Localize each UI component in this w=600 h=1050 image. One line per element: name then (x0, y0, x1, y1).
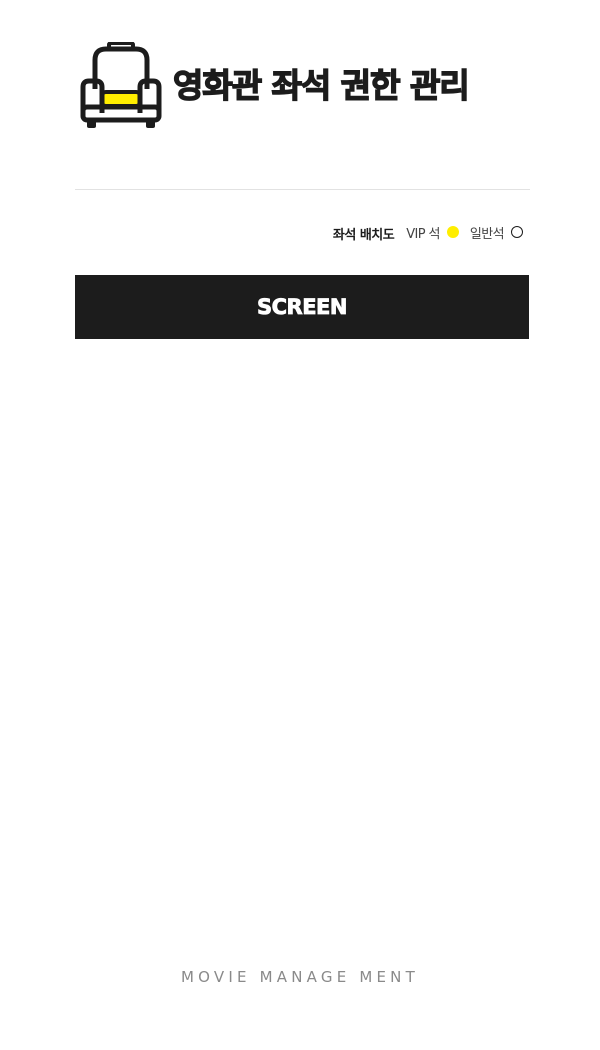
screen-label: SCREEN (257, 295, 348, 320)
app-header: 영화관 좌석 권한 관리 (75, 40, 530, 140)
legend-normal-label: 일반석 (469, 226, 505, 242)
seat-map (75, 339, 529, 939)
seat-legend: 좌석 배치도 VIP 석 일반석 (333, 221, 523, 243)
page-title: 영화관 좌석 권한 관리 (172, 65, 470, 105)
legend-title: 좌석 배치도 (332, 228, 395, 243)
screen-banner: SCREEN (75, 275, 529, 339)
armchair-icon (80, 42, 162, 128)
vip-seat-dot-icon (446, 226, 459, 238)
header-divider (75, 189, 530, 190)
seat-cushion-accent (100, 90, 142, 108)
normal-seat-dot-icon (511, 226, 523, 238)
legend-vip-label: VIP 석 (406, 226, 440, 242)
footer-brand: MOVIE MANAGE MENT (181, 968, 419, 986)
